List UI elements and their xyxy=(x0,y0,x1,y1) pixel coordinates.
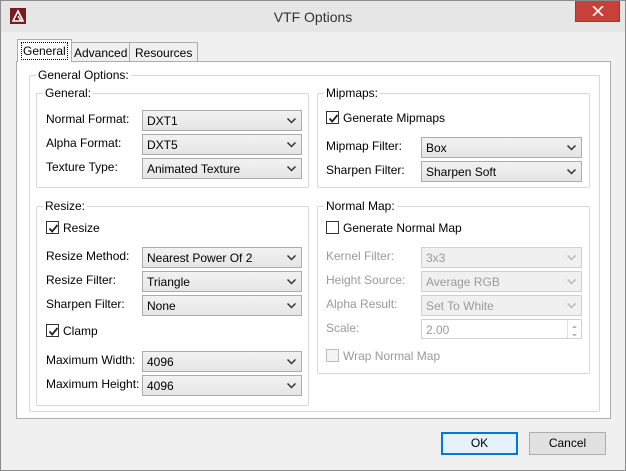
normal-format-label: Normal Format: xyxy=(46,112,130,126)
normal-format-select[interactable]: DXT1 xyxy=(142,110,302,131)
general-group-title: General: xyxy=(43,86,94,100)
tab-general[interactable]: General xyxy=(17,39,72,62)
window-title: VTF Options xyxy=(273,9,353,25)
chevron-down-icon xyxy=(287,359,296,365)
chevron-down-icon xyxy=(567,145,576,151)
clamp-label[interactable]: Clamp xyxy=(63,324,98,338)
max-width-select[interactable]: 4096 xyxy=(142,351,302,372)
close-icon xyxy=(592,6,604,16)
generate-mipmaps-checkbox[interactable] xyxy=(326,111,339,124)
texture-type-label: Texture Type: xyxy=(46,160,118,174)
chevron-down-icon xyxy=(287,279,296,285)
tab-panel-general: General Options: General: Normal Format:… xyxy=(16,61,611,419)
mipmaps-group-title: Mipmaps: xyxy=(324,86,381,100)
max-height-select[interactable]: 4096 xyxy=(142,375,302,396)
max-height-label: Maximum Height: xyxy=(46,377,140,391)
chevron-down-icon xyxy=(287,255,296,261)
normal-map-group-title: Normal Map: xyxy=(324,199,397,213)
mipmap-sharpen-filter-label: Sharpen Filter: xyxy=(326,163,405,177)
kernel-filter-label: Kernel Filter: xyxy=(326,249,395,263)
resize-filter-label: Resize Filter: xyxy=(46,273,117,287)
normal-map-group: Normal Map: Generate Normal Map Kernel F… xyxy=(317,199,590,374)
general-options-title: General Options: xyxy=(36,68,131,82)
resize-method-label: Resize Method: xyxy=(46,249,130,263)
cancel-button[interactable]: Cancel xyxy=(529,432,606,455)
wrap-normal-map-label[interactable]: Wrap Normal Map xyxy=(343,349,440,363)
chevron-down-icon xyxy=(287,303,296,309)
mipmap-sharpen-filter-select[interactable]: Sharpen Soft xyxy=(421,161,582,182)
resize-filter-select[interactable]: Triangle xyxy=(142,271,302,292)
texture-type-select[interactable]: Animated Texture xyxy=(142,158,302,179)
scale-spinner[interactable]: 2.00 xyxy=(421,319,582,339)
spin-down-button[interactable] xyxy=(568,329,581,338)
close-button[interactable] xyxy=(575,1,620,22)
ok-button[interactable]: OK xyxy=(441,432,518,455)
title-bar[interactable]: VTF Options xyxy=(1,1,625,32)
height-source-select[interactable]: Average RGB xyxy=(421,271,582,292)
resize-group: Resize: Resize Resize Method: Nearest Po… xyxy=(36,199,309,406)
mipmaps-group: Mipmaps: Generate Mipmaps Mipmap Filter:… xyxy=(317,86,590,188)
resize-checkbox[interactable] xyxy=(46,221,59,234)
tab-advanced[interactable]: Advanced xyxy=(68,42,134,62)
spin-up-button[interactable] xyxy=(568,320,581,329)
resize-sharpen-filter-label: Sharpen Filter: xyxy=(46,297,125,311)
chevron-down-icon xyxy=(567,279,576,285)
chevron-down-icon xyxy=(567,303,576,309)
scale-label: Scale: xyxy=(326,321,360,335)
kernel-filter-select[interactable]: 3x3 xyxy=(421,247,582,268)
generate-normal-map-label[interactable]: Generate Normal Map xyxy=(343,221,462,235)
chevron-down-icon xyxy=(567,255,576,261)
generate-mipmaps-label[interactable]: Generate Mipmaps xyxy=(343,111,445,125)
chevron-down-icon xyxy=(287,118,296,124)
mipmap-filter-label: Mipmap Filter: xyxy=(326,139,403,153)
height-source-label: Height Source: xyxy=(326,273,406,287)
check-icon xyxy=(328,114,339,123)
wrap-normal-map-checkbox[interactable] xyxy=(326,349,339,362)
chevron-down-icon xyxy=(287,166,296,172)
alpha-format-label: Alpha Format: xyxy=(46,136,122,150)
resize-label[interactable]: Resize xyxy=(63,221,100,235)
tab-resources[interactable]: Resources xyxy=(129,42,199,62)
alpha-result-label: Alpha Result: xyxy=(326,297,398,311)
chevron-down-icon xyxy=(572,334,577,337)
resize-sharpen-filter-select[interactable]: None xyxy=(142,295,302,316)
alpha-format-select[interactable]: DXT5 xyxy=(142,134,302,155)
chevron-down-icon xyxy=(287,383,296,389)
mipmap-filter-select[interactable]: Box xyxy=(421,137,582,158)
max-width-label: Maximum Width: xyxy=(46,353,136,367)
chevron-down-icon xyxy=(567,169,576,175)
check-icon xyxy=(48,327,59,336)
check-icon xyxy=(48,224,59,233)
resize-method-select[interactable]: Nearest Power Of 2 xyxy=(142,247,302,268)
vtf-options-dialog: VTF Options General Advanced Resources G… xyxy=(0,0,626,471)
chevron-down-icon xyxy=(287,142,296,148)
resize-group-title: Resize: xyxy=(43,199,88,213)
alpha-result-select[interactable]: Set To White xyxy=(421,295,582,316)
generate-normal-map-checkbox[interactable] xyxy=(326,221,339,234)
clamp-checkbox[interactable] xyxy=(46,324,59,337)
general-group: General: Normal Format: DXT1 Alpha Forma… xyxy=(36,86,309,188)
